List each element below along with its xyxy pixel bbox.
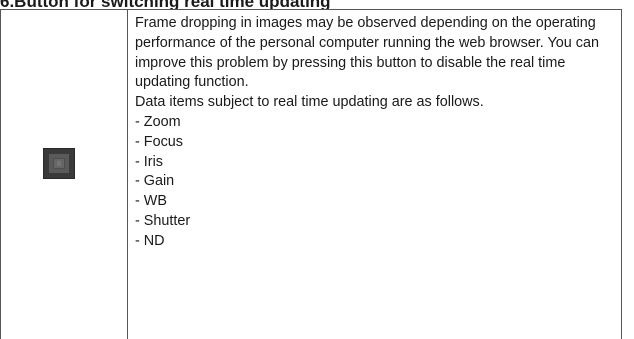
list-item: - Focus [135, 133, 183, 150]
button-description-table: Frame dropping in images may be observed… [0, 9, 622, 339]
list-item: - Iris [135, 153, 163, 170]
list-item: - WB [135, 193, 167, 210]
icon-cell [1, 10, 128, 339]
description-cell: Frame dropping in images may be observed… [135, 14, 619, 252]
list-item: - ND [135, 232, 165, 249]
list-item: - Gain [135, 173, 175, 190]
items-intro: Data items subject to real time updating… [135, 94, 484, 111]
description-text: Frame dropping in images may be observed… [135, 15, 599, 91]
realtime-items-list: - Zoom - Focus - Iris - Gain - WB - Shut… [135, 113, 619, 252]
list-item: - Shutter [135, 212, 191, 229]
real-time-update-toggle-icon[interactable] [43, 148, 75, 179]
list-item: - Zoom [135, 113, 181, 130]
